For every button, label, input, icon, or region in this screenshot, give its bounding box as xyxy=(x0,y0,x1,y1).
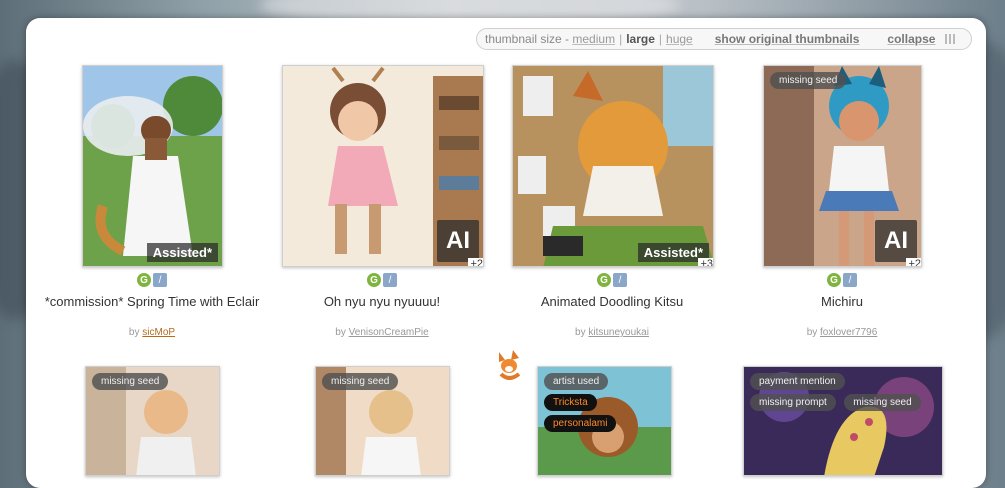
by-label: by xyxy=(128,327,140,338)
rating-icons: G / xyxy=(52,273,252,287)
media-type-icon: / xyxy=(153,273,167,287)
thumbnail-size-label: thumbnail size - xyxy=(485,32,570,46)
tag-list: missing seed xyxy=(320,371,445,392)
thumbnail-image[interactable]: Assisted* +3 xyxy=(512,65,714,267)
by-label: by xyxy=(806,327,818,338)
tag-payment-mention[interactable]: payment mention xyxy=(750,373,845,390)
separator: | xyxy=(619,32,623,46)
by-label: by xyxy=(575,327,586,338)
media-type-icon: / xyxy=(843,273,857,287)
author-link[interactable]: sicMoP xyxy=(142,327,175,338)
general-rating-icon: G xyxy=(137,273,151,287)
media-type-icon: / xyxy=(383,273,397,287)
extra-count: +2 xyxy=(906,258,921,266)
tag-artist-used[interactable]: artist used xyxy=(544,373,609,390)
general-rating-icon: G xyxy=(827,273,841,287)
ai-badge: AI xyxy=(875,220,917,262)
size-large-link[interactable]: large xyxy=(626,32,655,46)
author-line: by foxlover7796 xyxy=(742,327,942,338)
general-rating-icon: G xyxy=(367,273,381,287)
author-line: by VenisonCreamPie xyxy=(282,327,482,338)
author-line: by kitsuneyoukai xyxy=(512,327,712,338)
thumbnail-image[interactable]: AI +2 xyxy=(282,65,484,267)
author-link[interactable]: kitsuneyoukai xyxy=(588,327,649,338)
assisted-badge: Assisted* xyxy=(146,243,218,262)
tag-list: missing seed xyxy=(90,371,215,392)
drag-handle-icon[interactable] xyxy=(945,34,957,44)
submission-title[interactable]: Michiru xyxy=(722,294,962,309)
tag-artist-tricksta[interactable]: Tricksta xyxy=(544,394,597,411)
general-rating-icon: G xyxy=(597,273,611,287)
rating-icons: G / xyxy=(512,273,712,287)
submission-title[interactable]: Animated Doodling Kitsu xyxy=(492,294,732,309)
tag-list: missing seed xyxy=(768,70,917,91)
separator: | xyxy=(658,32,663,46)
size-medium-link[interactable]: medium xyxy=(572,32,615,46)
thumbnail-image[interactable]: missing seed AI +2 xyxy=(763,65,922,267)
tag-list: payment mention missing prompt missing s… xyxy=(748,371,938,413)
thumbnail-image[interactable]: artist used Tricksta personalami xyxy=(537,366,672,476)
thumbnail-toolbar: thumbnail size - medium | large | huge s… xyxy=(476,28,972,50)
collapse-link[interactable]: collapse xyxy=(887,32,935,46)
tag-missing-seed[interactable]: missing seed xyxy=(844,394,921,411)
show-original-thumbnails-link[interactable]: show original thumbnails xyxy=(715,32,860,46)
by-label: by xyxy=(335,327,346,338)
tag-missing-seed[interactable]: missing seed xyxy=(92,373,169,390)
thumbnail-image[interactable]: missing seed xyxy=(315,366,450,476)
thumbnail-image[interactable]: missing seed xyxy=(85,366,220,476)
thumbnail-image[interactable]: Assisted* xyxy=(82,65,223,267)
tag-list: artist used Tricksta personalami xyxy=(542,371,667,434)
tag-missing-seed[interactable]: missing seed xyxy=(322,373,399,390)
tag-missing-seed[interactable]: missing seed xyxy=(770,72,847,89)
tag-artist-personalami[interactable]: personalami xyxy=(544,415,617,432)
rating-icons: G / xyxy=(282,273,482,287)
extra-count: +3 xyxy=(698,258,713,266)
tag-missing-prompt[interactable]: missing prompt xyxy=(750,394,836,411)
extra-count: +2 xyxy=(468,258,483,266)
ai-badge: AI xyxy=(437,220,479,262)
thumbnail-image[interactable]: payment mention missing prompt missing s… xyxy=(743,366,943,476)
submission-title[interactable]: *commission* Spring Time with Eclair xyxy=(32,294,272,309)
author-link[interactable]: VenisonCreamPie xyxy=(349,327,429,338)
size-huge-link[interactable]: huge xyxy=(666,32,693,46)
media-type-icon: / xyxy=(613,273,627,287)
author-line: by sicMoP xyxy=(52,327,252,338)
author-link[interactable]: foxlover7796 xyxy=(820,327,877,338)
rating-icons: G / xyxy=(742,273,942,287)
submission-title[interactable]: Oh nyu nyu nyuuuu! xyxy=(262,294,502,309)
fox-mascot-icon xyxy=(495,348,523,380)
